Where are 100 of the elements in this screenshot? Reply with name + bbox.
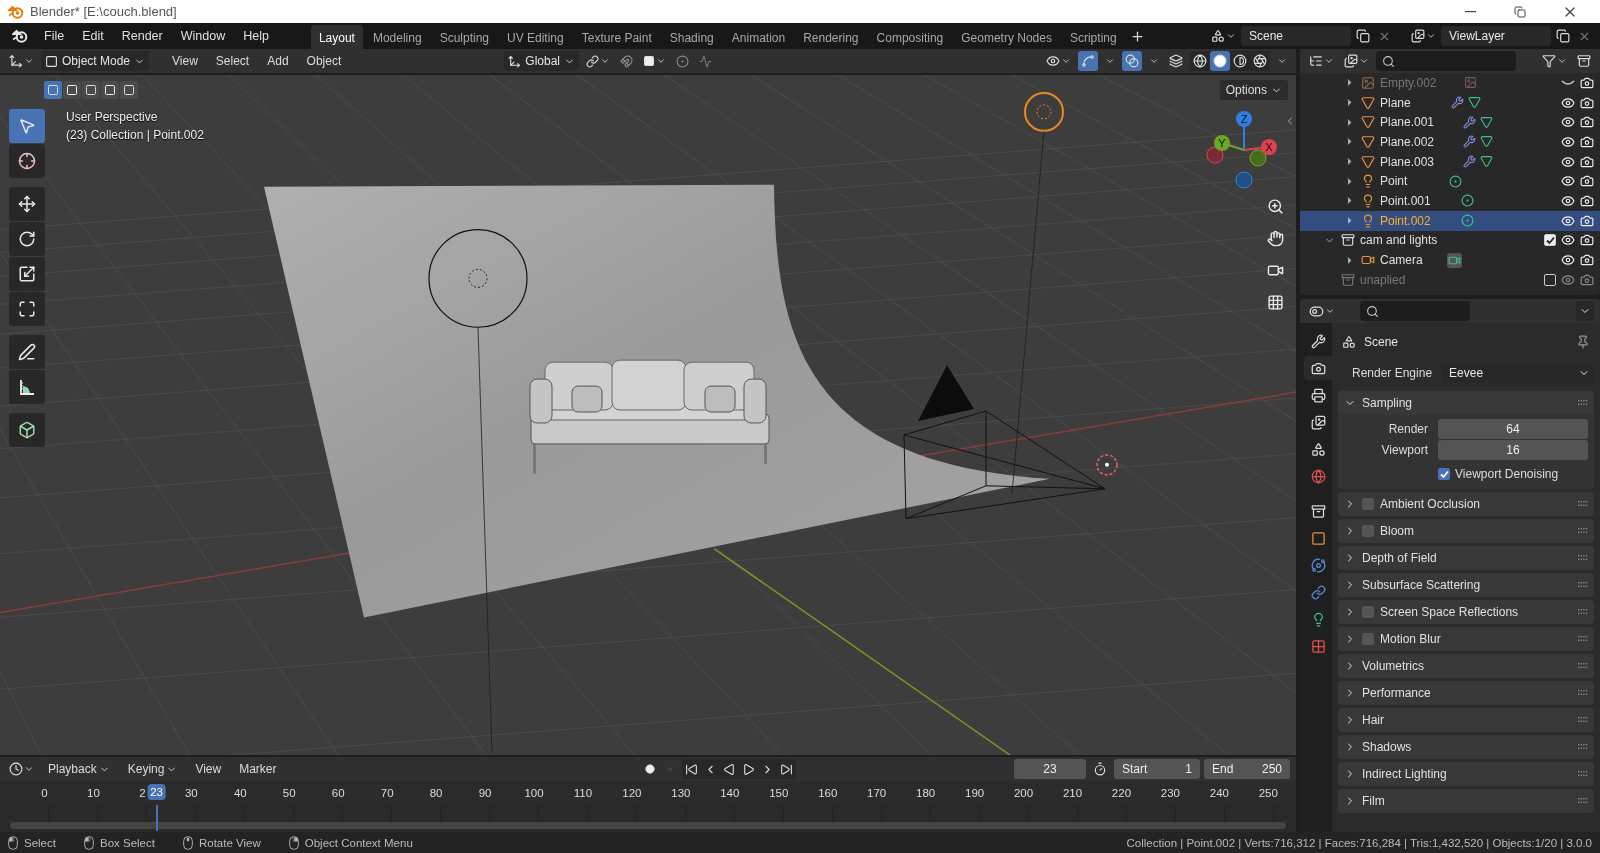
object-name: Empty.002 — [1380, 75, 1437, 90]
panel-header[interactable]: Subsurface Scattering — [1338, 573, 1594, 597]
frame-number: 230 — [1160, 787, 1180, 799]
panel-header[interactable]: Hair — [1338, 708, 1594, 732]
frame-number: 100 — [524, 787, 544, 799]
navigation-gizmo[interactable]: Z Y X — [1200, 105, 1290, 195]
outliner-row[interactable]: Point — [1300, 171, 1600, 192]
status-hint: Rotate View — [198, 836, 261, 849]
status-hint: Object Context Menu — [304, 836, 413, 849]
panel-header[interactable]: Indirect Lighting — [1338, 762, 1594, 786]
workspace-tab[interactable]: Rendering — [795, 24, 867, 50]
scene-field[interactable]: Scene — [1241, 26, 1351, 46]
panel-header[interactable]: Ambient Occlusion — [1338, 492, 1594, 516]
frame-number: 60 — [331, 787, 345, 799]
frame-number: 70 — [380, 787, 394, 799]
panel-header[interactable]: Motion Blur — [1338, 627, 1594, 651]
object-name: Camera — [1380, 253, 1423, 268]
frame-number: 2 — [139, 787, 146, 799]
workspace-tab[interactable]: Scripting — [1061, 24, 1125, 50]
header-menu[interactable]: View — [165, 52, 205, 70]
panel-header[interactable]: Depth of Field — [1338, 546, 1594, 570]
field-label: Render Engine — [1352, 366, 1433, 380]
frame-number: 40 — [233, 787, 247, 799]
workspace-tab[interactable]: Texture Paint — [573, 24, 660, 50]
view-layer-field[interactable]: ViewLayer — [1441, 26, 1551, 46]
outliner-row[interactable]: cam and lights — [1300, 230, 1600, 251]
frame-number: 90 — [478, 787, 492, 799]
panel-header[interactable]: Shadows — [1338, 735, 1594, 759]
playhead[interactable]: 23 — [147, 784, 166, 800]
frame-number: 190 — [965, 787, 985, 799]
frame-number: 130 — [671, 787, 691, 799]
frame-number: 250 — [1258, 787, 1278, 799]
frame-number: 200 — [1013, 787, 1034, 799]
frame-number: 180 — [916, 787, 936, 799]
workspace-tab[interactable]: Layout — [310, 24, 363, 50]
panel-header[interactable]: Film — [1338, 789, 1594, 813]
workspace-tab[interactable]: Shading — [661, 24, 722, 50]
frame-number: 50 — [282, 787, 296, 799]
frame-number: 240 — [1209, 787, 1229, 799]
workspace-tab[interactable]: Sculpting — [431, 24, 497, 50]
frame-number: 140 — [720, 787, 740, 799]
workspace-tab[interactable]: Geometry Nodes — [953, 24, 1060, 50]
frame-number: 0 — [41, 787, 48, 799]
mode-dropdown[interactable]: Object Mode — [41, 51, 150, 71]
header-menu[interactable]: Add — [260, 52, 296, 70]
viewport-info-text: User Perspective — [66, 110, 159, 124]
workspace-tab[interactable]: Compositing — [868, 24, 952, 50]
frame-number: 110 — [573, 787, 593, 799]
outliner-row[interactable]: Plane.003 — [1300, 151, 1600, 172]
panel-header[interactable]: Volumetrics — [1338, 654, 1594, 678]
frame-number: 160 — [818, 787, 838, 799]
number-field[interactable]: 64 — [1438, 419, 1588, 439]
workspace-tab[interactable]: Modeling — [364, 24, 430, 50]
end-frame-field[interactable]: End 250 — [1204, 759, 1290, 779]
field-label: Render — [1387, 422, 1428, 436]
panel-header[interactable]: Performance — [1338, 681, 1594, 705]
checkbox-label: Viewport Denoising — [1455, 467, 1559, 481]
start-frame-field[interactable]: Start 1 — [1114, 759, 1200, 779]
collection-name: cam and lights — [1360, 233, 1438, 248]
outliner-row[interactable]: Plane.002 — [1300, 132, 1600, 152]
menu-item[interactable]: Render — [113, 26, 171, 46]
options-dropdown[interactable]: Options — [1219, 80, 1288, 100]
outliner-row[interactable]: Plane.001 — [1300, 112, 1600, 133]
header-menu[interactable]: Object — [299, 52, 349, 70]
header-menu[interactable]: Marker — [232, 760, 284, 778]
context-label: Scene — [1364, 335, 1399, 349]
frame-number: 220 — [1111, 787, 1132, 799]
frame-number: 120 — [622, 787, 642, 799]
window-title: Blender* [E:\couch.blend] — [30, 4, 177, 19]
object-name: Plane.003 — [1380, 154, 1435, 169]
outliner-row[interactable]: Point.002 — [1300, 210, 1600, 231]
panel-header[interactable]: Screen Space Reflections — [1338, 600, 1594, 624]
object-name: Point.002 — [1380, 213, 1431, 228]
menu-item[interactable]: Help — [235, 26, 277, 46]
frame-number: 150 — [769, 787, 789, 799]
outliner-row[interactable]: Point.001 — [1300, 191, 1600, 211]
status-hint: Select — [24, 836, 56, 849]
outliner-row[interactable]: Plane — [1300, 92, 1600, 113]
viewport-info-text: (23) Collection | Point.002 — [66, 128, 204, 142]
number-field[interactable]: 16 — [1438, 440, 1588, 460]
menu-item[interactable]: File — [36, 26, 73, 46]
menu-item[interactable]: Edit — [74, 26, 112, 46]
outliner-row[interactable]: Camera — [1300, 250, 1600, 270]
workspace-tab[interactable]: UV Editing — [499, 24, 572, 50]
frame-number: 10 — [87, 787, 100, 799]
header-menu[interactable]: Select — [208, 52, 257, 70]
workspace-tab[interactable]: Animation — [723, 24, 794, 50]
frame-number: 170 — [867, 787, 887, 799]
menu-item[interactable]: Window — [172, 26, 234, 46]
object-name: Plane.002 — [1380, 134, 1435, 149]
header-menu[interactable]: Keying — [120, 760, 185, 778]
panel-header[interactable]: Sampling — [1338, 391, 1594, 415]
current-frame-field[interactable]: 23 — [1014, 759, 1086, 779]
render-engine-dropdown[interactable]: Eevee — [1442, 363, 1594, 383]
field-label: Viewport — [1380, 443, 1428, 457]
frame-number: 30 — [184, 787, 198, 799]
header-menu[interactable]: Playback — [41, 760, 117, 778]
orientation-dropdown[interactable]: Global — [504, 51, 579, 71]
header-menu[interactable]: View — [188, 760, 229, 778]
panel-header[interactable]: Bloom — [1338, 519, 1594, 543]
